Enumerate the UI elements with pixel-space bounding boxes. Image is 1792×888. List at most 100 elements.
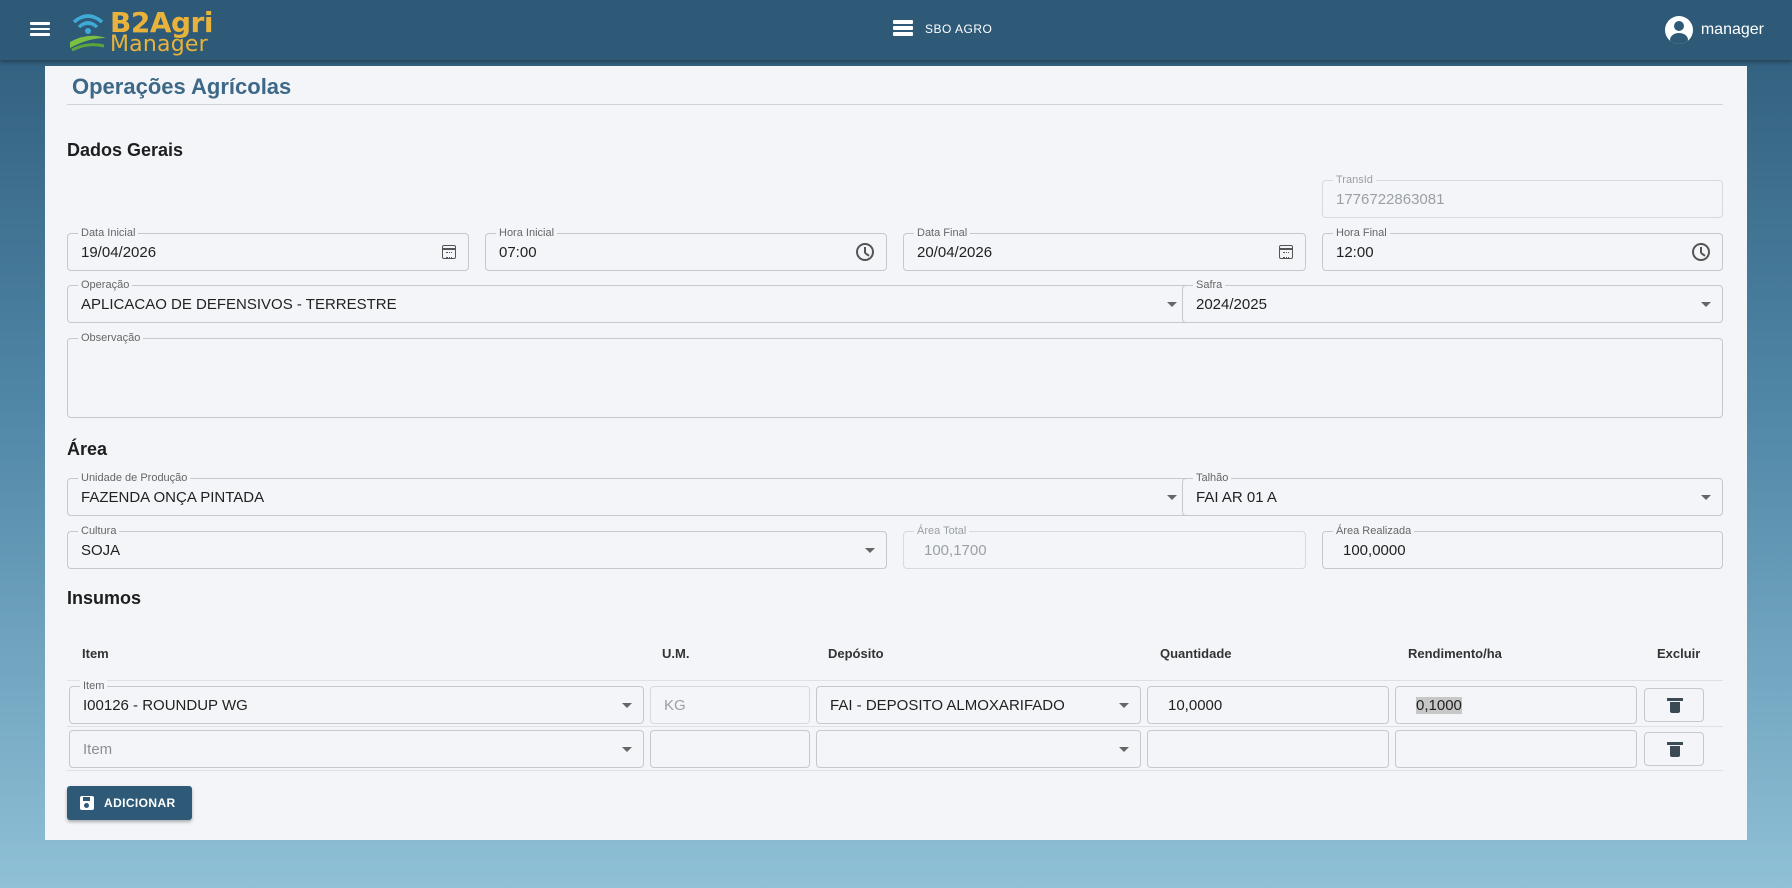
section-dados-gerais: Dados Gerais (67, 140, 184, 160)
row-divider (67, 770, 1723, 771)
add-button-label: ADICIONAR (104, 796, 176, 810)
hora-final-label: Hora Final (1333, 226, 1390, 240)
area-total-label: Área Total (914, 524, 970, 538)
unidade-producao-label: Unidade de Produção (78, 471, 191, 485)
quantidade-input[interactable] (1147, 730, 1389, 768)
col-header-deposito: Depósito (828, 646, 884, 661)
safra-value: 2024/2025 (1196, 296, 1267, 313)
item-label: Item (80, 679, 108, 693)
talhao-select[interactable]: Talhão FAI AR 01 A (1182, 471, 1723, 516)
trash-icon (1667, 742, 1683, 757)
top-bar: B2Agri Manager SBO AGRO manager (0, 0, 1792, 60)
transid-value: 1776722863081 (1336, 191, 1445, 208)
data-final-label: Data Final (914, 226, 971, 240)
col-header-item: Item (82, 646, 109, 661)
quantidade-input[interactable]: 10,0000 (1147, 686, 1389, 724)
chevron-down-icon[interactable] (1119, 703, 1129, 708)
item-value: I00126 - ROUNDUP WG (83, 697, 248, 714)
account-circle-icon (1664, 16, 1693, 44)
um-value: KG (664, 697, 686, 714)
talhao-label: Talhão (1193, 471, 1232, 485)
cultura-select[interactable]: Cultura SOJA (67, 524, 887, 569)
data-final-value: 20/04/2026 (917, 244, 993, 261)
rendimento-input[interactable]: 0,1000 (1395, 686, 1637, 724)
chevron-down-icon[interactable] (1167, 495, 1177, 500)
data-inicial-field[interactable]: Data Inicial 19/04/2026 (67, 226, 469, 271)
area-realizada-label: Área Realizada (1333, 524, 1415, 538)
page-title: Operações Agrícolas (72, 74, 292, 99)
table-header-divider (67, 680, 1723, 681)
delete-row-button[interactable] (1644, 732, 1704, 766)
chevron-down-icon[interactable] (865, 548, 875, 553)
deposito-value: FAI - DEPOSITO ALMOXARIFADO (830, 697, 1065, 714)
operacao-select[interactable]: Operação APLICACAO DE DEFENSIVOS - TERRE… (67, 278, 1189, 323)
safra-select[interactable]: Safra 2024/2025 (1182, 278, 1723, 323)
area-total-value: 100,1700 (924, 542, 987, 559)
company-selector[interactable]: SBO AGRO (893, 20, 992, 38)
chevron-down-icon[interactable] (1167, 302, 1177, 307)
hora-inicial-field[interactable]: Hora Inicial 07:00 (485, 226, 887, 271)
talhao-value: FAI AR 01 A (1196, 489, 1277, 506)
row-divider (67, 726, 1723, 727)
user-menu[interactable]: manager (1664, 16, 1764, 44)
list-icon (893, 20, 913, 38)
cultura-value: SOJA (81, 542, 121, 559)
save-icon (80, 796, 94, 810)
title-divider (67, 104, 1723, 105)
company-name: SBO AGRO (925, 22, 993, 36)
chevron-down-icon[interactable] (1119, 747, 1129, 752)
deposito-select[interactable]: FAI - DEPOSITO ALMOXARIFADO (816, 686, 1141, 724)
operacao-label: Operação (78, 278, 133, 292)
logo-wifi-leaf-icon (70, 14, 106, 52)
chevron-down-icon[interactable] (1701, 302, 1711, 307)
calendar-icon[interactable] (1279, 245, 1293, 259)
operacao-value: APLICACAO DE DEFENSIVOS - TERRESTRE (81, 296, 397, 313)
rendimento-input[interactable] (1395, 730, 1637, 768)
col-header-rendimento: Rendimento/ha (1408, 646, 1502, 661)
logo-text-manager: Manager (110, 32, 208, 57)
user-name: manager (1700, 21, 1764, 38)
data-final-field[interactable]: Data Final 20/04/2026 (903, 226, 1306, 271)
hora-inicial-value: 07:00 (499, 244, 537, 261)
cultura-label: Cultura (78, 524, 120, 538)
rendimento-value: 0,1000 (1416, 697, 1462, 714)
delete-row-button[interactable] (1644, 688, 1704, 722)
area-total-field: Área Total 100,1700 (903, 524, 1306, 569)
form-card: Operações Agrícolas Dados Gerais TransId… (45, 66, 1747, 840)
data-inicial-label: Data Inicial (78, 226, 139, 240)
unidade-producao-value: FAZENDA ONÇA PINTADA (81, 489, 265, 506)
transid-field: TransId 1776722863081 (1322, 173, 1723, 218)
add-insumo-button[interactable]: ADICIONAR (67, 786, 192, 820)
observacao-textarea[interactable]: Observação (67, 331, 1723, 418)
observacao-label: Observação (78, 331, 144, 345)
unidade-producao-select[interactable]: Unidade de Produção FAZENDA ONÇA PINTADA (67, 471, 1189, 516)
chevron-down-icon[interactable] (1701, 495, 1711, 500)
um-field: KG (650, 686, 810, 724)
section-insumos: Insumos (67, 588, 142, 608)
um-field (650, 730, 810, 768)
trash-icon (1667, 698, 1683, 713)
section-area: Área (67, 439, 108, 459)
col-header-excluir: Excluir (1657, 646, 1701, 661)
item-select[interactable]: Item I00126 - ROUNDUP WG (69, 679, 644, 724)
area-realizada-field[interactable]: Área Realizada 100,0000 (1322, 524, 1723, 569)
chevron-down-icon[interactable] (622, 747, 632, 752)
hamburger-menu-icon[interactable] (30, 19, 52, 41)
quantidade-value: 10,0000 (1168, 697, 1223, 714)
app-logo[interactable]: B2Agri Manager (68, 6, 218, 57)
item-placeholder: Item (83, 741, 113, 758)
safra-label: Safra (1193, 278, 1226, 292)
chevron-down-icon[interactable] (622, 703, 632, 708)
area-realizada-value: 100,0000 (1343, 542, 1406, 559)
hora-inicial-label: Hora Inicial (496, 226, 558, 240)
transid-label: TransId (1333, 173, 1376, 187)
item-select[interactable]: Item (69, 730, 644, 768)
clock-icon[interactable] (856, 243, 874, 261)
data-inicial-value: 19/04/2026 (81, 244, 157, 261)
deposito-select[interactable] (816, 730, 1141, 768)
col-header-um: U.M. (662, 646, 690, 661)
clock-icon[interactable] (1692, 243, 1710, 261)
hora-final-value: 12:00 (1336, 244, 1374, 261)
hora-final-field[interactable]: Hora Final 12:00 (1322, 226, 1723, 271)
calendar-icon[interactable] (442, 245, 456, 259)
